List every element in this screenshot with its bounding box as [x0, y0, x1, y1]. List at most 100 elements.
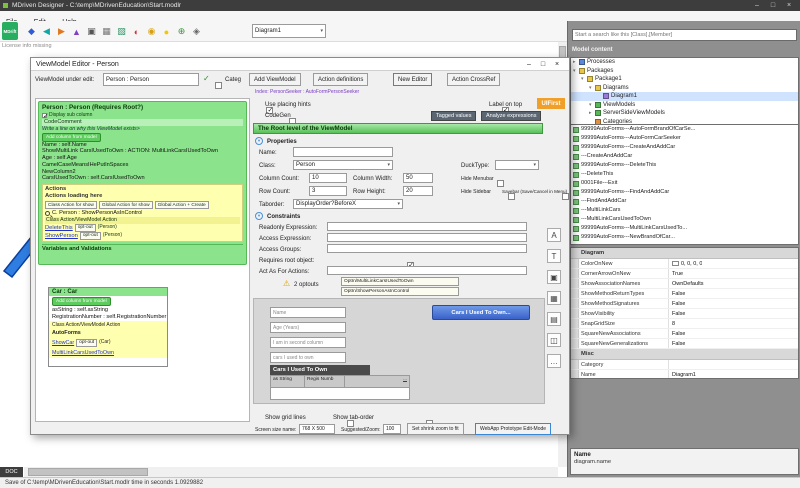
mdrift-button[interactable]: MDrift — [2, 22, 18, 40]
doc-tab[interactable]: DOC — [0, 467, 23, 477]
show-person-as-control-row[interactable]: C. Person : ShowPersonAsInControl — [52, 210, 142, 217]
property-row[interactable]: SquareNewGeneralizationsFalse — [571, 339, 798, 349]
undo-icon[interactable]: ◀ — [39, 24, 54, 39]
hide-menubar-checkbox[interactable] — [497, 180, 504, 187]
property-row[interactable]: CornerArrowOnNewTrue — [571, 269, 798, 279]
column-row[interactable]: CamelCaseMeansIHePutInSpaces — [42, 162, 243, 169]
preview-field[interactable]: cars I used to own — [270, 352, 346, 363]
property-row[interactable]: ColorOnNew0, 0, 0, 0 — [571, 259, 798, 269]
car-viewmodel-box[interactable]: Car : Car Add column from model asString… — [48, 287, 168, 367]
text-tool-icon[interactable]: T — [547, 249, 561, 263]
column-row[interactable]: CarsIUsedToOwn : self.CarsIUsedToOwn — [42, 175, 243, 182]
tree-item-diagram1[interactable]: Diagram1 — [571, 92, 798, 101]
readonly-expression-input[interactable] — [327, 222, 527, 231]
viewmodel-list-item[interactable]: 99999AutoForms---MultiLinkCarsUsedTo... — [571, 224, 798, 233]
suggested-zoom-value[interactable]: 100 — [383, 424, 401, 434]
row-count-input[interactable]: 3 — [309, 186, 347, 196]
editor-maximize-icon[interactable]: □ — [537, 58, 549, 71]
class-tool-icon[interactable]: ▣ — [84, 24, 99, 39]
add-tool-icon[interactable]: ⊕ — [174, 24, 189, 39]
viewmodel-list-item[interactable]: ---DeleteThis — [571, 170, 798, 179]
screen-size-value[interactable]: 768 X 500 — [299, 424, 335, 434]
property-row[interactable]: SnapGridSize8 — [571, 319, 798, 329]
access-expression-input[interactable] — [327, 233, 527, 242]
label-tool-icon[interactable]: A — [547, 228, 561, 242]
class-action-for-show-button[interactable]: Class Action for show — [45, 201, 97, 209]
name-input[interactable] — [293, 147, 393, 157]
ducktype-select[interactable]: ▾ — [495, 160, 539, 170]
act-as-input[interactable] — [327, 266, 527, 275]
display-sub-column-checkbox[interactable] — [42, 113, 47, 118]
select-tool-icon[interactable]: ◆ — [24, 24, 39, 39]
panel-control-icon[interactable]: ◫ — [547, 333, 561, 347]
property-row[interactable]: ShowVisibilityFalse — [571, 309, 798, 319]
delete-this-action-link[interactable]: DeleteThis — [45, 224, 73, 232]
viewmodel-list-item[interactable]: 99999AutoForms---DeleteThis — [571, 161, 798, 170]
contrast-icon[interactable]: ◐ — [129, 24, 144, 39]
viewmodel-list-item[interactable]: 99999AutoForms---NewBrandOfCar... — [571, 233, 798, 242]
shrink-zoom-button[interactable]: Set shrink zoom to fit — [407, 423, 464, 435]
categ-checkbox[interactable] — [215, 82, 222, 89]
viewmodel-list-item[interactable]: 99999AutoForms---AutoFormCarSeeker — [571, 134, 798, 143]
highlight-icon[interactable]: ● — [159, 24, 174, 39]
collapse-section-icon[interactable]: ▾ — [255, 212, 263, 220]
tree-item-package1[interactable]: ▾Package1 — [571, 75, 798, 84]
viewmodel-list-item[interactable]: 0001File---Exit — [571, 179, 798, 188]
camera-icon[interactable]: ▧ — [114, 24, 129, 39]
property-row[interactable]: SquareNewAssociationsFalse — [571, 329, 798, 339]
class-select[interactable]: Person ▾ — [293, 160, 393, 170]
row-height-input[interactable]: 20 — [403, 186, 433, 196]
redo-icon[interactable]: ▶ — [54, 24, 69, 39]
action-definitions-button[interactable]: Action definitions — [313, 73, 368, 86]
viewmodel-list-item[interactable]: 99999AutoForms---FindAndAddCar — [571, 188, 798, 197]
close-icon[interactable]: × — [782, 0, 796, 11]
gem-tool-icon[interactable]: ◈ — [189, 24, 204, 39]
code-comment-row[interactable]: CodeComment — [42, 119, 243, 126]
opt-out-chip[interactable]: opt-out — [75, 224, 96, 232]
analyze-expressions-button[interactable]: Analyze expressions — [481, 111, 541, 121]
viewmodel-list-item[interactable]: ---MultiLinkCars — [571, 206, 798, 215]
collapse-section-icon[interactable]: ▾ — [255, 137, 263, 145]
viewmodel-list-item[interactable]: 99999AutoForms---AutoFormBrandOfCarSe... — [571, 125, 798, 134]
cars-owned-preview-button[interactable]: Cars I Used To Own... — [432, 305, 530, 320]
grid-more-button[interactable]: ... — [401, 376, 409, 387]
column-row[interactable]: NewColumn2 — [42, 169, 243, 176]
tree-item-categories[interactable]: Categories — [571, 118, 798, 126]
viewmodel-list-item[interactable]: ---CreateAndAddCar — [571, 152, 798, 161]
access-groups-input[interactable] — [327, 244, 527, 253]
car-add-column-button[interactable]: Add column from model — [52, 297, 111, 306]
more-tools-icon[interactable]: … — [547, 354, 561, 368]
under-edit-input[interactable]: Person : Person — [103, 73, 199, 86]
image-tool-icon[interactable]: ▣ — [547, 270, 561, 284]
search-input[interactable] — [572, 29, 797, 41]
show-person-action-link[interactable]: ShowPerson — [45, 232, 78, 240]
column-row[interactable]: Age : self.Age — [42, 155, 243, 162]
column-width-input[interactable]: 50 — [403, 173, 433, 183]
preview-field[interactable]: Name — [270, 307, 346, 318]
person-viewmodel-box[interactable]: Person : Person (Requires Root?) Display… — [38, 101, 247, 265]
property-row[interactable]: Category — [571, 360, 798, 370]
property-row[interactable]: NameDiagram1 — [571, 370, 798, 379]
add-viewmodel-button[interactable]: Add ViewModel — [249, 73, 301, 86]
optin-showperson-button[interactable]: OptIn/ShowPersonAsInControl — [341, 287, 459, 296]
action-crossref-button[interactable]: Action CrossRef — [447, 73, 500, 86]
tree-item-viewmodels[interactable]: ▾ViewModels — [571, 101, 798, 110]
new-editor-button[interactable]: New Editor — [393, 73, 432, 86]
color-wheel-icon[interactable]: ◉ — [144, 24, 159, 39]
webapp-prototype-button[interactable]: WebApp Prototype Edit-Mode — [475, 423, 551, 435]
global-action-create-button[interactable]: Global Action + Create — [155, 201, 209, 209]
optin-multilink-button[interactable]: OptIn/MultiLinkCarsIUsedToOwn — [341, 277, 459, 286]
viewmodel-list-item[interactable]: ---FindAndAddCar — [571, 197, 798, 206]
tree-item-packages[interactable]: ▾Packages — [571, 67, 798, 76]
tree-item-processes[interactable]: ▸Processes — [571, 58, 798, 67]
tree-item-diagrams[interactable]: ▾Diagrams — [571, 84, 798, 93]
taborder-select[interactable]: DisplayOrder?BeforeX ▾ — [293, 199, 403, 209]
editor-close-icon[interactable]: × — [551, 58, 563, 71]
grid-tool-icon[interactable]: ▦ — [99, 24, 114, 39]
property-row[interactable]: ShowMethodReturnTypesFalse — [571, 289, 798, 299]
property-row[interactable]: ShowAssociationNamesOwnDefaults — [571, 279, 798, 289]
car-column-row[interactable]: RegistrationNumber : self.RegistrationNu… — [49, 314, 167, 321]
opt-out-chip[interactable]: opt-out — [76, 339, 97, 347]
opt-out-chip[interactable]: opt-out — [80, 232, 101, 240]
list-control-icon[interactable]: ▤ — [547, 312, 561, 326]
